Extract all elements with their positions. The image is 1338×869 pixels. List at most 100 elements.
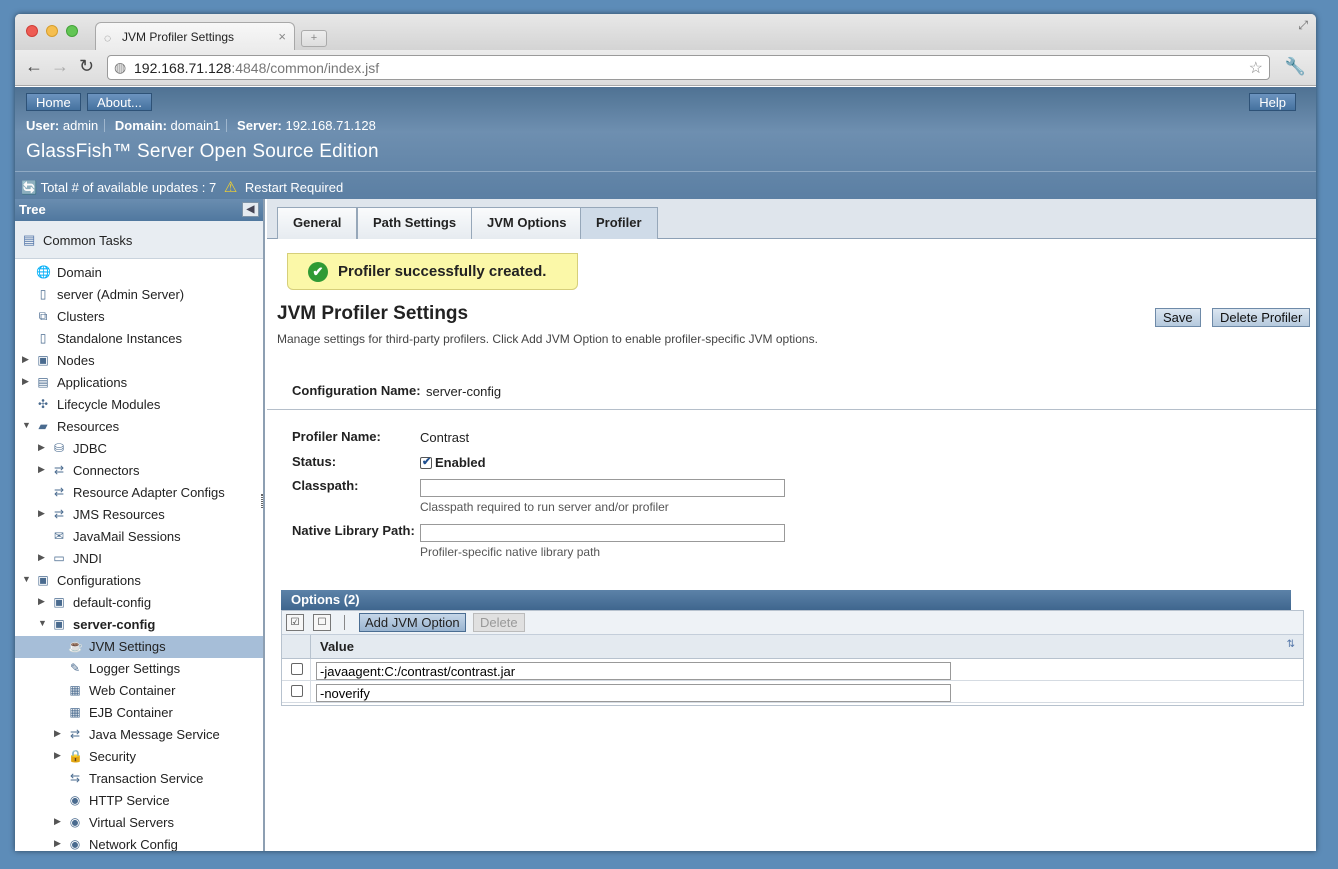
- delete-profiler-button[interactable]: Delete Profiler: [1212, 308, 1311, 327]
- collapsed-arrow-icon[interactable]: ▶: [38, 508, 45, 519]
- home-button[interactable]: Home: [26, 93, 81, 111]
- updates-link[interactable]: Total # of available updates : 7: [41, 180, 217, 195]
- close-tab-icon[interactable]: ×: [278, 29, 286, 44]
- option-value-field[interactable]: [316, 684, 951, 702]
- tree-node-icon: ▣: [37, 353, 49, 367]
- session-info: User: admin Domain: domain1 Server: 192.…: [26, 118, 376, 133]
- tree-item[interactable]: ▼ ▣ Configurations: [15, 570, 263, 592]
- updates-bar: 🔄 Total # of available updates : 7 ⚠ Res…: [15, 171, 1316, 199]
- tree-item[interactable]: ▶ ⇄ Java Message Service: [15, 724, 263, 746]
- collapsed-arrow-icon[interactable]: ▶: [38, 442, 45, 453]
- help-button[interactable]: Help: [1249, 93, 1296, 111]
- tree-item[interactable]: ▶ ⇄ JMS Resources: [15, 504, 263, 526]
- fullscreen-icon[interactable]: ⤢: [1298, 18, 1308, 33]
- collapsed-arrow-icon[interactable]: ▶: [54, 838, 61, 849]
- collapse-tree-button[interactable]: ◀: [242, 202, 259, 217]
- tree-node-icon: ✉: [53, 529, 65, 543]
- row-select-checkbox[interactable]: [291, 685, 303, 697]
- classpath-field[interactable]: [420, 479, 785, 497]
- deselect-all-icon[interactable]: ☐: [313, 614, 331, 631]
- new-tab-button[interactable]: +: [301, 30, 327, 47]
- domain-label: Domain:: [114, 118, 167, 133]
- delete-option-button[interactable]: Delete: [473, 613, 525, 632]
- tree-item[interactable]: ▶ ▣ default-config: [15, 592, 263, 614]
- expanded-arrow-icon[interactable]: ▼: [38, 618, 47, 628]
- collapsed-arrow-icon[interactable]: ▶: [54, 728, 61, 739]
- tree-item[interactable]: ⧉ Clusters: [15, 306, 263, 328]
- save-button[interactable]: Save: [1155, 308, 1201, 327]
- tab-jvm-options[interactable]: JVM Options: [471, 207, 583, 239]
- collapsed-arrow-icon[interactable]: ▶: [54, 816, 61, 827]
- tree-item[interactable]: ▶ ▭ JNDI: [15, 548, 263, 570]
- update-icon[interactable]: 🔄: [21, 180, 37, 195]
- add-jvm-option-button[interactable]: Add JVM Option: [359, 613, 466, 632]
- tree-node-icon: ⧉: [38, 309, 48, 323]
- collapsed-arrow-icon[interactable]: ▶: [38, 464, 45, 475]
- reload-icon[interactable]: ↻: [79, 56, 94, 77]
- tree-item[interactable]: ▶ ⇄ Connectors: [15, 460, 263, 482]
- tree-item[interactable]: ⇆ Transaction Service: [15, 768, 263, 790]
- tree-item[interactable]: ⇄ Resource Adapter Configs: [15, 482, 263, 504]
- status-enabled-checkbox[interactable]: Enabled: [420, 455, 486, 470]
- forward-icon[interactable]: →: [51, 56, 69, 77]
- enabled-checkbox[interactable]: [420, 455, 432, 469]
- profiler-name-label: Profiler Name:: [292, 429, 381, 444]
- tree-item[interactable]: ▶ ▤ Applications: [15, 372, 263, 394]
- tab-path-settings[interactable]: Path Settings: [357, 207, 473, 239]
- status-label: Status:: [292, 454, 337, 469]
- back-icon[interactable]: ←: [25, 56, 43, 77]
- close-window-button[interactable]: [26, 25, 38, 37]
- tree-node-icon: ✎: [69, 661, 81, 675]
- tree-item[interactable]: ▯ server (Admin Server): [15, 284, 263, 306]
- tree-item[interactable]: ☕ JVM Settings: [15, 636, 263, 658]
- collapsed-arrow-icon[interactable]: ▶: [22, 354, 29, 365]
- tree-item[interactable]: 🌐 Domain: [15, 262, 263, 284]
- option-value-field[interactable]: [316, 662, 951, 680]
- bookmark-star-icon[interactable]: ☆: [1249, 58, 1263, 78]
- collapsed-arrow-icon[interactable]: ▶: [38, 552, 45, 563]
- minimize-window-button[interactable]: [46, 25, 58, 37]
- sort-icon[interactable]: ⇅: [1287, 639, 1295, 650]
- tree-item[interactable]: ▦ Web Container: [15, 680, 263, 702]
- expanded-arrow-icon[interactable]: ▼: [22, 420, 31, 430]
- zoom-window-button[interactable]: [66, 25, 78, 37]
- url-host: 192.168.71.128: [134, 60, 232, 76]
- tab-general[interactable]: General: [277, 207, 358, 239]
- tree-item[interactable]: ▦ EJB Container: [15, 702, 263, 724]
- tree-item[interactable]: ▶ ▣ Nodes: [15, 350, 263, 372]
- page-info-icon[interactable]: ◍: [114, 59, 126, 76]
- collapsed-arrow-icon[interactable]: ▶: [54, 750, 61, 761]
- tree-item[interactable]: ◉ HTTP Service: [15, 790, 263, 812]
- row-select-checkbox[interactable]: [291, 663, 303, 675]
- wrench-menu-icon[interactable]: 🔧: [1285, 57, 1306, 77]
- tree-item-label: Network Config: [89, 837, 178, 851]
- settings-tabs: General Path Settings JVM Options Profil…: [267, 199, 1316, 239]
- pane-splitter-handle[interactable]: [261, 494, 263, 508]
- tree-item[interactable]: ✉ JavaMail Sessions: [15, 526, 263, 548]
- tree-item[interactable]: ▶ ◉ Virtual Servers: [15, 812, 263, 834]
- tree-item[interactable]: ▶ ◉ Network Config: [15, 834, 263, 851]
- address-bar[interactable]: ◍ 192.168.71.128:4848/common/index.jsf ☆: [107, 55, 1270, 80]
- collapsed-arrow-icon[interactable]: ▶: [38, 596, 45, 607]
- url-path: :4848/common/index.jsf: [231, 60, 380, 76]
- about-button[interactable]: About...: [87, 93, 152, 111]
- select-all-icon[interactable]: ☑: [286, 614, 304, 631]
- tree-item[interactable]: ▼ ▰ Resources: [15, 416, 263, 438]
- native-library-field[interactable]: [420, 524, 785, 542]
- expanded-arrow-icon[interactable]: ▼: [22, 574, 31, 584]
- tree-item[interactable]: ▯ Standalone Instances: [15, 328, 263, 350]
- tree-node-icon: ⇄: [69, 727, 81, 741]
- tree-item[interactable]: ✎ Logger Settings: [15, 658, 263, 680]
- value-column-header[interactable]: Value: [320, 639, 354, 654]
- tree-item[interactable]: ▶ 🔒 Security: [15, 746, 263, 768]
- browser-tab[interactable]: ◌ JVM Profiler Settings ×: [95, 22, 295, 50]
- tree-item[interactable]: ✣ Lifecycle Modules: [15, 394, 263, 416]
- tree-item[interactable]: ▶ ⛁ JDBC: [15, 438, 263, 460]
- tree-item[interactable]: ▼ ▣ server-config: [15, 614, 263, 636]
- common-tasks-link[interactable]: ▤ Common Tasks: [15, 221, 263, 259]
- restart-required-link[interactable]: Restart Required: [245, 180, 343, 195]
- tab-profiler[interactable]: Profiler: [580, 207, 658, 239]
- tree-item-label: server (Admin Server): [57, 287, 185, 302]
- user-value: admin: [62, 118, 99, 133]
- collapsed-arrow-icon[interactable]: ▶: [22, 376, 29, 387]
